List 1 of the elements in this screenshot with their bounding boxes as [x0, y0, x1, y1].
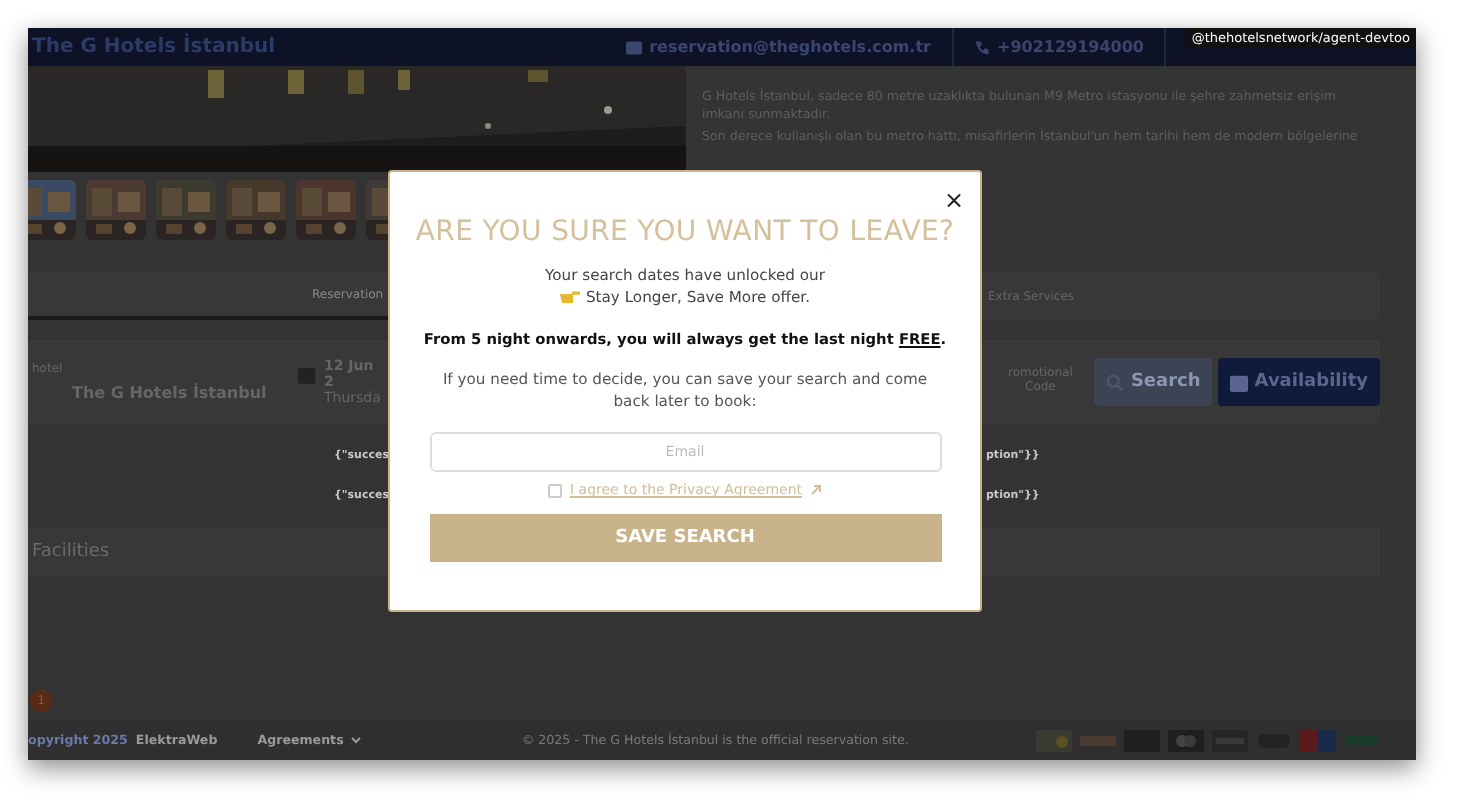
dialog-title: ARE YOU SURE YOU WANT TO LEAVE?: [415, 216, 955, 248]
